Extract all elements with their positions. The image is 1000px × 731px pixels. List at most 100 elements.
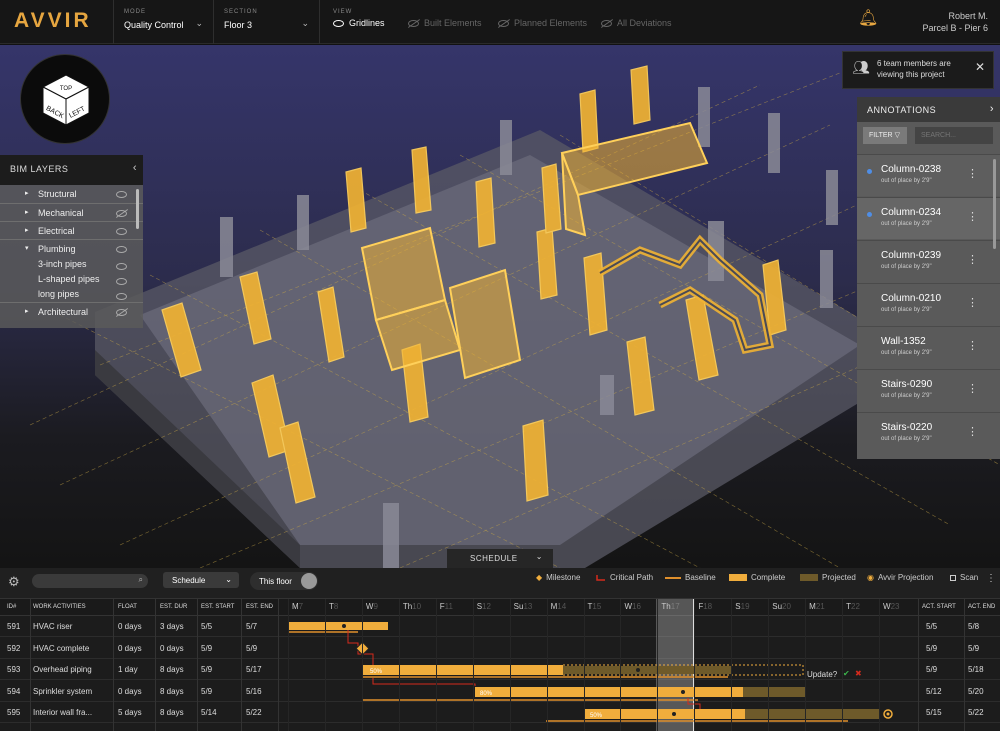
day-divider	[657, 599, 659, 731]
unread-dot	[867, 212, 872, 217]
more-vertical-icon[interactable]: ⋮	[967, 253, 978, 266]
cell-act-end: 5/22	[968, 708, 984, 717]
day-divider	[398, 599, 400, 731]
eye-off-icon[interactable]	[116, 210, 127, 217]
bell-icon[interactable]: 🔔︎	[858, 10, 878, 28]
more-vertical-icon[interactable]: ⋮	[967, 382, 978, 395]
sublayer-l-shaped-pipes[interactable]: L-shaped pipes	[0, 272, 143, 287]
annotation-item[interactable]: Stairs-0290 out of place by 2'9" ⋮	[857, 369, 1000, 411]
more-vertical-icon[interactable]: ⋮	[967, 296, 978, 309]
col-start: EST. START	[201, 604, 235, 610]
eye-icon[interactable]	[116, 191, 127, 198]
day-label: F18	[698, 602, 713, 611]
annotation-detail: out of place by 2'9"	[881, 178, 932, 184]
col-end: EST. END	[246, 604, 274, 610]
annotations-scrollbar[interactable]	[993, 159, 996, 249]
cell-activity: HVAC riser	[33, 622, 73, 631]
legend-label: Complete	[751, 573, 786, 582]
section-dropdown[interactable]: SECTION Floor 3 ⌄	[213, 0, 319, 44]
layer-structural[interactable]: ▸ Structural	[0, 185, 143, 203]
annotation-detail: out of place by 2'9"	[881, 436, 932, 442]
eye-icon[interactable]	[116, 246, 127, 253]
layer-architectural[interactable]: ▸ Architectural	[0, 302, 143, 320]
view-option-gridlines[interactable]: Gridlines	[333, 18, 385, 28]
annotation-detail: out of place by 2'9"	[881, 307, 932, 313]
annotation-item[interactable]: Column-0239 out of place by 2'9" ⋮	[857, 240, 1000, 282]
close-icon[interactable]: ✕	[975, 61, 985, 73]
caret-right-icon[interactable]: ▸	[25, 226, 29, 234]
user-menu[interactable]: Robert M. Parcel B - Pier 6	[922, 10, 988, 34]
mode-dropdown[interactable]: MODE Quality Control ⌄	[113, 0, 213, 44]
reject-icon[interactable]: ✖	[855, 669, 862, 678]
sublayer-long-pipes[interactable]: long pipes	[0, 287, 143, 302]
eye-icon[interactable]	[116, 263, 127, 270]
more-vertical-icon[interactable]: ⋮	[986, 573, 996, 584]
annotation-search-input[interactable]	[915, 127, 993, 144]
this-floor-toggle[interactable]: This floor	[250, 572, 318, 590]
cell-act-start: 5/5	[926, 622, 938, 631]
gear-icon[interactable]: ⚙	[8, 574, 20, 590]
legend-critical-path: Critical Path	[596, 573, 653, 582]
cell-dur: 8 days	[160, 686, 184, 696]
layers-scrollbar[interactable]	[136, 189, 139, 229]
chevron-down-icon: ⌄	[225, 575, 232, 584]
eye-icon[interactable]	[116, 293, 127, 300]
more-vertical-icon[interactable]: ⋮	[967, 425, 978, 438]
more-vertical-icon[interactable]: ⋮	[967, 210, 978, 223]
chevron-down-icon: ⌄	[301, 18, 309, 28]
day-divider	[546, 599, 548, 731]
more-vertical-icon[interactable]: ⋮	[967, 339, 978, 352]
caret-right-icon[interactable]: ▸	[25, 189, 29, 197]
annotations-header: ANNOTATIONS ›	[857, 97, 1000, 122]
gantt-scan-marker	[636, 668, 640, 672]
section-value: Floor 3	[224, 20, 253, 30]
annotation-item[interactable]: Wall-1352 out of place by 2'9" ⋮	[857, 326, 1000, 368]
cell-activity: HVAC complete	[33, 643, 90, 653]
view-cube[interactable]: TOP BACK LEFT	[20, 54, 110, 144]
layer-mechanical[interactable]: ▸ Mechanical	[0, 203, 143, 221]
view-option-planned-elements[interactable]: Planned Elements	[498, 18, 587, 28]
column-divider	[964, 599, 965, 731]
sublayer-3-inch-pipes[interactable]: 3-inch pipes	[0, 257, 143, 272]
day-label: M21	[809, 602, 825, 611]
eye-icon[interactable]	[116, 278, 127, 285]
cell-id: 594	[7, 686, 21, 696]
avvir-logo[interactable]: AVVIR	[14, 9, 92, 33]
layer-plumbing[interactable]: ▾ Plumbing	[0, 239, 143, 257]
col-act-start: ACT. START	[922, 604, 956, 610]
filter-button[interactable]: FILTER ▽	[863, 127, 907, 144]
cell-id: 595	[7, 708, 21, 717]
day-divider	[620, 599, 622, 731]
column-divider	[113, 599, 114, 731]
legend-label: Avvir Projection	[877, 573, 934, 582]
more-vertical-icon[interactable]: ⋮	[967, 167, 978, 180]
chevron-right-icon[interactable]: ›	[990, 103, 994, 115]
cell-act-end: 5/20	[968, 686, 984, 696]
caret-right-icon[interactable]: ▸	[25, 307, 29, 315]
eye-off-icon[interactable]	[116, 309, 127, 316]
day-label: M7	[292, 602, 304, 611]
caret-right-icon[interactable]: ▸	[25, 208, 29, 216]
schedule-view-select[interactable]: Schedule ⌄	[163, 572, 239, 588]
annotation-item[interactable]: Column-0210 out of place by 2'9" ⋮	[857, 283, 1000, 325]
bim-model-scene	[29, 64, 1000, 568]
chevron-left-icon[interactable]: ‹	[133, 162, 137, 174]
caret-down-icon[interactable]: ▾	[25, 244, 29, 252]
eye-icon[interactable]	[116, 228, 127, 235]
view-option-all-deviations[interactable]: All Deviations	[601, 18, 672, 28]
cell-act-end: 5/9	[968, 643, 980, 653]
cell-end: 5/9	[246, 643, 258, 653]
scan-icon	[950, 574, 956, 581]
accept-icon[interactable]: ✔	[843, 669, 850, 678]
annotation-item[interactable]: Stairs-0220 out of place by 2'9" ⋮	[857, 412, 1000, 454]
annotation-item[interactable]: Column-0234 out of place by 2'9" ⋮	[857, 197, 1000, 239]
schedule-search-input[interactable]: ⌕	[32, 574, 148, 588]
view-option-built-elements[interactable]: Built Elements	[408, 18, 482, 28]
diamond-icon: ◆	[536, 573, 543, 582]
column-divider	[197, 599, 198, 731]
layer-electrical[interactable]: ▸ Electrical	[0, 221, 143, 239]
schedule-tab[interactable]: SCHEDULE ⌄	[447, 549, 553, 568]
legend-label: Critical Path	[610, 573, 654, 582]
bim-3d-viewport[interactable]	[0, 45, 1000, 568]
annotation-item[interactable]: Column-0238 out of place by 2'9" ⋮	[857, 154, 1000, 196]
